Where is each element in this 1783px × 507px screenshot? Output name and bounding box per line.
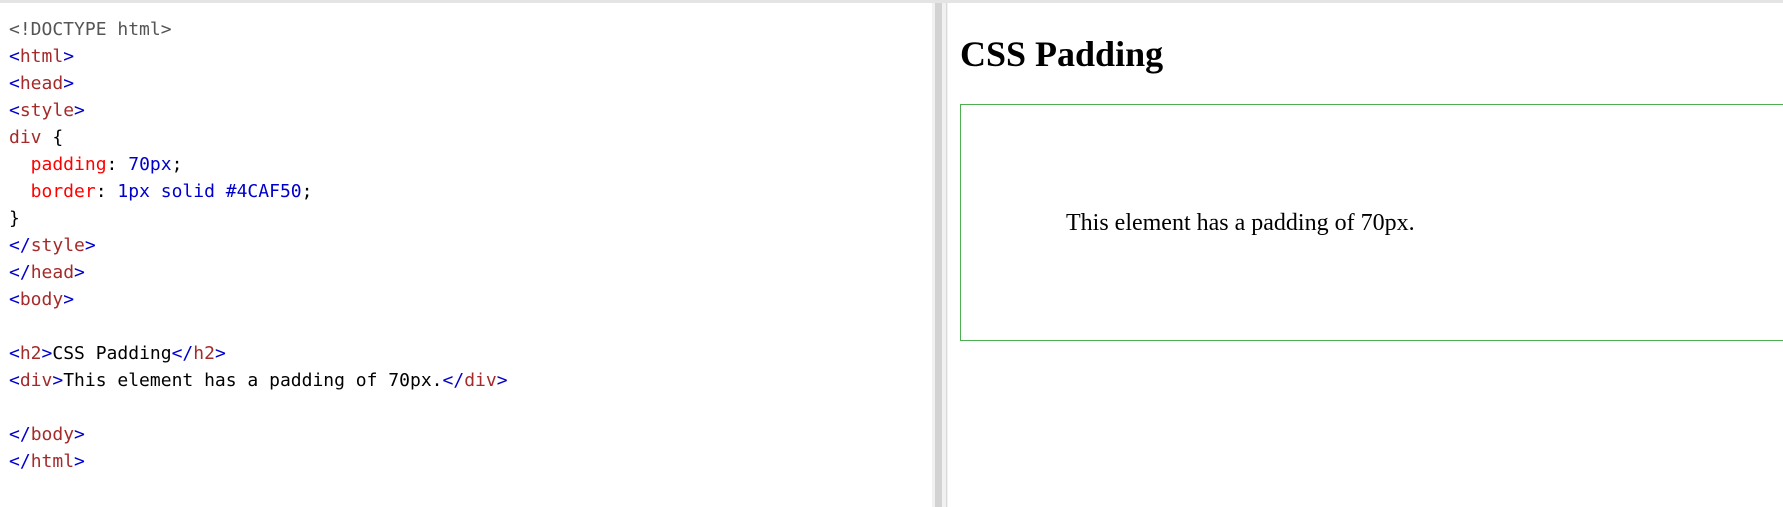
code-token: </	[171, 343, 194, 364]
padded-div-box: This element has a padding of 70px.	[960, 104, 1783, 341]
code-editor-pane[interactable]: <!DOCTYPE html> <html> <head> <style> div { …	[0, 3, 932, 507]
code-token: >	[63, 289, 75, 310]
code-token: 70px	[128, 154, 172, 175]
code-line: <!DOCTYPE html>	[9, 16, 508, 43]
code-token: padding	[9, 154, 107, 175]
code-token: html	[30, 451, 75, 472]
result-preview-pane: CSS Padding This element has a padding o…	[948, 3, 1783, 507]
code-token: >	[74, 424, 85, 445]
code-token: </	[9, 451, 31, 472]
code-line: <div>This element has a padding of 70px.…	[9, 367, 508, 394]
code-line: </html>	[9, 448, 508, 475]
code-token: style	[30, 235, 85, 256]
code-line: <body>	[9, 286, 508, 313]
code-token: <	[9, 73, 20, 94]
code-line: }	[9, 205, 508, 232]
code-token: CSS Padding	[52, 343, 172, 364]
code-token: >	[496, 370, 508, 391]
code-line: <h2>CSS Padding</h2>	[9, 340, 508, 367]
code-line: <style>	[9, 97, 508, 124]
code-token: :	[106, 154, 129, 175]
code-token: body	[19, 289, 64, 310]
code-token: ;	[171, 154, 183, 175]
code-token: <	[9, 289, 20, 310]
code-line: div {	[9, 124, 508, 151]
code-line: </head>	[9, 259, 508, 286]
code-token: <!DOCTYPE html>	[9, 19, 172, 40]
code-line: border: 1px solid #4CAF50;	[9, 178, 508, 205]
code-line: padding: 70px;	[9, 151, 508, 178]
code-token: >	[52, 370, 64, 391]
splitter-handle[interactable]	[935, 3, 942, 507]
code-token: </	[9, 235, 31, 256]
code-token: >	[63, 46, 75, 67]
code-token: </	[442, 370, 465, 391]
code-token: <	[9, 100, 20, 121]
code-token: >	[214, 343, 226, 364]
code-token: border	[9, 181, 96, 202]
code-token: body	[30, 424, 75, 445]
result-heading: CSS Padding	[960, 34, 1164, 74]
code-token: <	[9, 46, 20, 67]
code-token: >	[74, 451, 85, 472]
code-token: 1px solid #4CAF50	[117, 181, 302, 202]
code-line: <html>	[9, 43, 508, 70]
code-line: </style>	[9, 232, 508, 259]
code-token: :	[95, 181, 118, 202]
code-token: <	[9, 343, 20, 364]
code-token: ;	[301, 181, 313, 202]
code-token: >	[74, 262, 85, 283]
code-token: div	[9, 127, 42, 148]
code-token: >	[63, 73, 75, 94]
code-token: head	[19, 73, 64, 94]
code-token: html	[19, 46, 64, 67]
code-token: head	[30, 262, 75, 283]
code-editor-text[interactable]: <!DOCTYPE html> <html> <head> <style> div { …	[9, 16, 508, 475]
code-token: div	[464, 370, 497, 391]
code-token: div	[19, 370, 53, 391]
code-token: {	[41, 127, 64, 148]
code-token: h2	[193, 343, 215, 364]
code-token: >	[84, 235, 96, 256]
splitter-divider-line	[946, 3, 947, 507]
code-line: <head>	[9, 70, 508, 97]
code-token: style	[19, 100, 75, 121]
code-token: <	[9, 370, 20, 391]
pane-splitter[interactable]	[932, 3, 948, 507]
padded-div-text: This element has a padding of 70px.	[1066, 210, 1415, 236]
code-token: >	[41, 343, 53, 364]
code-token: </	[9, 262, 31, 283]
code-token: This element has a padding of 70px.	[63, 370, 443, 391]
code-line: </body>	[9, 421, 508, 448]
code-token: >	[74, 100, 85, 121]
code-token: </	[9, 424, 31, 445]
code-token: }	[9, 208, 20, 229]
code-token: h2	[19, 343, 42, 364]
